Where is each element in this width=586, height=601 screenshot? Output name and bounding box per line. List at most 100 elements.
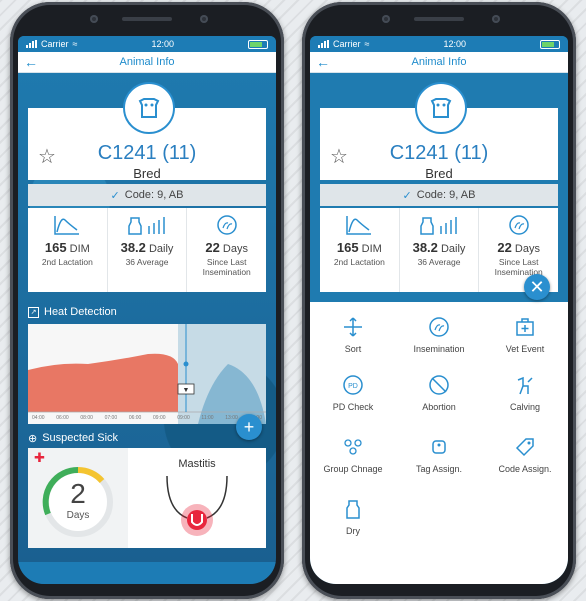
- stat-milk: 38.2 Daily 36 Average: [400, 208, 480, 292]
- x-tick: 11:00: [201, 415, 214, 421]
- stats-row: 165 DIM 2nd Lactation 38.2 Daily 36 Aver…: [320, 208, 558, 292]
- action-code-assign[interactable]: Code Assign.: [482, 436, 568, 474]
- action-sort[interactable]: Sort: [310, 316, 396, 354]
- animal-status: Bred: [425, 166, 453, 181]
- phone-top-bezel: [10, 2, 284, 36]
- cow-icon: [138, 98, 160, 118]
- cow-avatar: [415, 82, 467, 134]
- stat-dim-value: 165: [44, 240, 67, 255]
- action-sort-label: Sort: [344, 344, 362, 354]
- carrier-label: Carrier: [41, 39, 69, 49]
- action-group-change[interactable]: Group Chnage: [310, 436, 396, 474]
- days-label: Days: [66, 510, 90, 521]
- insemination-icon: [429, 317, 449, 337]
- insemination-icon: [508, 215, 529, 235]
- vet-kit-icon: [516, 318, 534, 336]
- chart-icon: ↗: [28, 306, 39, 318]
- heat-x-axis: 04:00 06:00 08:00 07:00 06:00 09:00 09:0…: [32, 415, 262, 421]
- carrier-label: Carrier: [333, 39, 361, 49]
- heat-detection-header[interactable]: ↗ Heat Detection: [28, 304, 266, 320]
- action-code-assign-label: Code Assign.: [498, 464, 552, 474]
- cow-avatar: [123, 82, 175, 134]
- action-abortion[interactable]: Abortion: [396, 374, 482, 412]
- app-bar: ← Animal Info: [310, 52, 568, 73]
- app-bar: ← Animal Info: [18, 52, 276, 73]
- stat-ins-unit: Days: [222, 243, 248, 255]
- clock: 12:00: [443, 39, 466, 49]
- x-tick: 04:00: [32, 415, 45, 421]
- heat-detection-chart: ▼ 04:00 06:00 08:00 07:00 06:00 09:00 09…: [28, 324, 266, 424]
- stat-milk-sub: 36 Average: [125, 257, 169, 267]
- stat-milk-sub: 36 Average: [417, 257, 461, 267]
- suspected-sick-header[interactable]: ⊕ Suspected Sick: [28, 430, 266, 446]
- x-tick: 08:00: [80, 415, 93, 421]
- calving-icon: [517, 376, 533, 395]
- action-tag-assign[interactable]: Tag Assign.: [396, 436, 482, 474]
- code-tag-icon: [515, 438, 534, 457]
- stat-dim: 165 DIM 2nd Lactation: [28, 208, 108, 292]
- status-bar: Carrier ≈ 12:00: [310, 36, 568, 52]
- action-vet-event-label: Vet Event: [505, 344, 545, 354]
- cow-icon: [430, 98, 452, 118]
- milk-chart-icon: [128, 217, 165, 235]
- sensor: [382, 15, 390, 23]
- x-tick: 09:00: [153, 415, 166, 421]
- tag-icon: ✓: [402, 189, 412, 202]
- battery-icon: [540, 39, 560, 49]
- stat-dim-unit: DIM: [69, 243, 90, 255]
- pd-check-icon: PD: [343, 375, 363, 395]
- stat-dim: 165 DIM 2nd Lactation: [320, 208, 400, 292]
- sensor: [90, 15, 98, 23]
- action-tag-assign-label: Tag Assign.: [415, 464, 463, 474]
- action-calving[interactable]: Calving: [482, 374, 568, 412]
- action-insemination[interactable]: Insemination: [396, 316, 482, 354]
- animal-id: C1241 (11): [97, 142, 197, 164]
- phone-left: Carrier ≈ 12:00 ← Animal Info ☆ C1241 (1…: [10, 2, 284, 599]
- screen-right: Carrier ≈ 12:00 ← Animal Info ☆ C1241 (1…: [310, 36, 568, 584]
- action-vet-event[interactable]: Vet Event: [482, 316, 568, 354]
- back-arrow-icon[interactable]: ←: [316, 54, 330, 70]
- heat-chart-svg: ▼: [28, 324, 266, 424]
- x-tick: 13:00: [225, 415, 238, 421]
- page-title: Animal Info: [411, 56, 467, 68]
- action-group-change-label: Group Chnage: [323, 464, 383, 474]
- wifi-icon: ≈: [72, 39, 78, 49]
- svg-text:PD: PD: [348, 383, 358, 390]
- stat-milk: 38.2 Daily 36 Average: [108, 208, 188, 292]
- group-icon: [344, 439, 362, 455]
- animal-status: Bred: [133, 166, 161, 181]
- action-pd-check-label: PD Check: [332, 402, 374, 412]
- stat-ins-sub: Since Last Insemination: [494, 257, 543, 277]
- action-dry-label: Dry: [346, 526, 360, 536]
- stat-dim-sub: 2nd Lactation: [333, 257, 385, 267]
- stat-dim-unit: DIM: [361, 243, 382, 255]
- stat-ins-sub: Since Last Insemination: [202, 257, 251, 277]
- suspected-sick-label: Suspected Sick: [42, 432, 119, 444]
- animal-id: C1241 (11): [389, 142, 489, 164]
- stat-ins-value: 22: [205, 240, 220, 255]
- action-dry[interactable]: Dry: [310, 498, 396, 536]
- dry-bottle-icon: [346, 500, 360, 519]
- stat-milk-unit: Daily: [440, 243, 466, 255]
- stats-row: 165 DIM 2nd Lactation 38.2 Daily 36 Aver…: [28, 208, 266, 292]
- tag-icon: ✓: [110, 189, 120, 202]
- front-camera: [200, 15, 208, 23]
- close-fab-button[interactable]: ✕: [524, 274, 550, 300]
- ear-tag-icon: [432, 440, 446, 454]
- speaker: [414, 17, 464, 21]
- condition-label: Mastitis: [178, 458, 216, 470]
- add-fab-button[interactable]: +: [236, 414, 262, 440]
- battery-icon: [248, 39, 268, 49]
- code-label: Code: 9, AB: [416, 189, 476, 201]
- wifi-icon: ≈: [364, 39, 370, 49]
- action-insemination-label: Insemination: [413, 344, 465, 354]
- phone-top-bezel: [302, 2, 576, 36]
- action-pd-check[interactable]: PD PD Check: [310, 374, 396, 412]
- svg-text:▼: ▼: [183, 387, 190, 394]
- x-tick: 09:00: [177, 415, 190, 421]
- milk-chart-icon: [420, 217, 457, 235]
- back-arrow-icon[interactable]: ←: [24, 54, 38, 70]
- days-gauge-panel: ✚ 2 Days: [28, 448, 128, 548]
- phone-right: Carrier ≈ 12:00 ← Animal Info ☆ C1241 (1…: [302, 2, 576, 599]
- signal-icon: [318, 40, 329, 48]
